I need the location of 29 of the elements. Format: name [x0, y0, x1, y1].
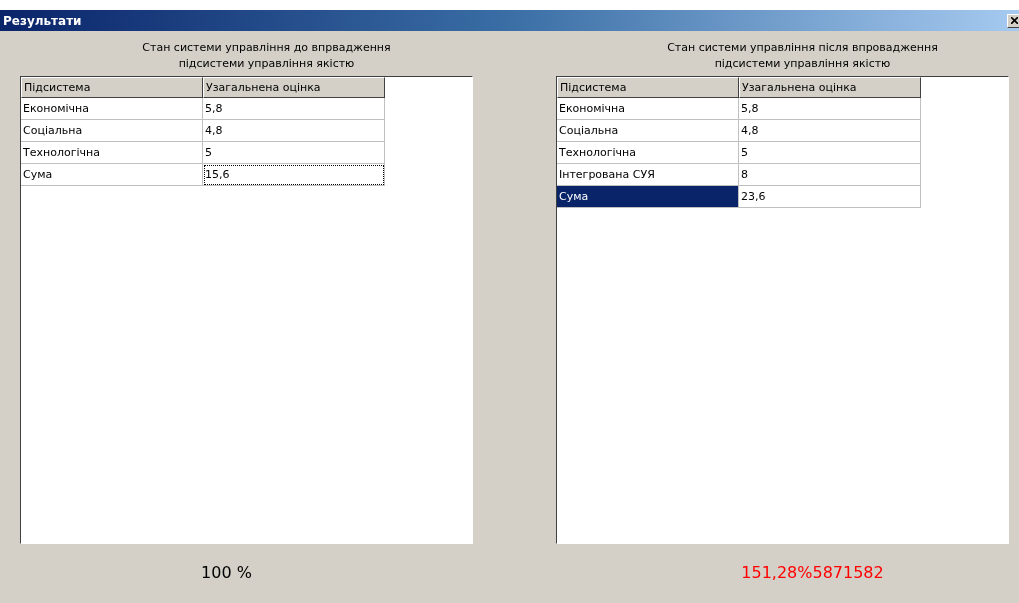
table-cell[interactable]: 23,6	[739, 186, 921, 208]
close-button[interactable]	[1007, 13, 1019, 28]
table-cell[interactable]: Інтегрована СУЯ	[557, 164, 739, 186]
column-header[interactable]: Узагальнена оцінка	[739, 77, 921, 98]
table-cell[interactable]: Технологічна	[557, 142, 739, 164]
table-cell[interactable]: 4,8	[203, 120, 385, 142]
table-cell[interactable]: Економічна	[557, 98, 739, 120]
column-header[interactable]: Підсистема	[557, 77, 739, 98]
table-cell[interactable]: Економічна	[21, 98, 203, 120]
close-icon	[1011, 17, 1018, 24]
table-cell[interactable]: Сума	[21, 164, 203, 186]
table-cell[interactable]: 5	[739, 142, 921, 164]
table-cell[interactable]: 5,8	[739, 98, 921, 120]
result-text: 151,28%5871582	[741, 563, 884, 582]
window-title: Результати	[3, 13, 82, 28]
table-cell[interactable]: 5	[203, 142, 385, 164]
table-cell[interactable]: Соціальна	[21, 120, 203, 142]
table-cell[interactable]: Соціальна	[557, 120, 739, 142]
table-caption: Стан системи управління після впровадження підсистеми управління якістю	[666, 40, 939, 72]
table-cell[interactable]: 8	[739, 164, 921, 186]
column-header[interactable]: Узагальнена оцінка	[203, 77, 385, 98]
table-cell[interactable]: Технологічна	[21, 142, 203, 164]
table-cell[interactable]: 5,8	[203, 98, 385, 120]
table-cell[interactable]: 4,8	[739, 120, 921, 142]
table-caption: Стан системи управління до впрвадження підсистеми управління якістю	[141, 40, 392, 72]
table-cell[interactable]: Сума	[557, 186, 739, 208]
table-cell[interactable]: 15,6	[203, 164, 385, 186]
column-header[interactable]: Підсистема	[21, 77, 203, 98]
result-text: 100 %	[201, 563, 252, 582]
